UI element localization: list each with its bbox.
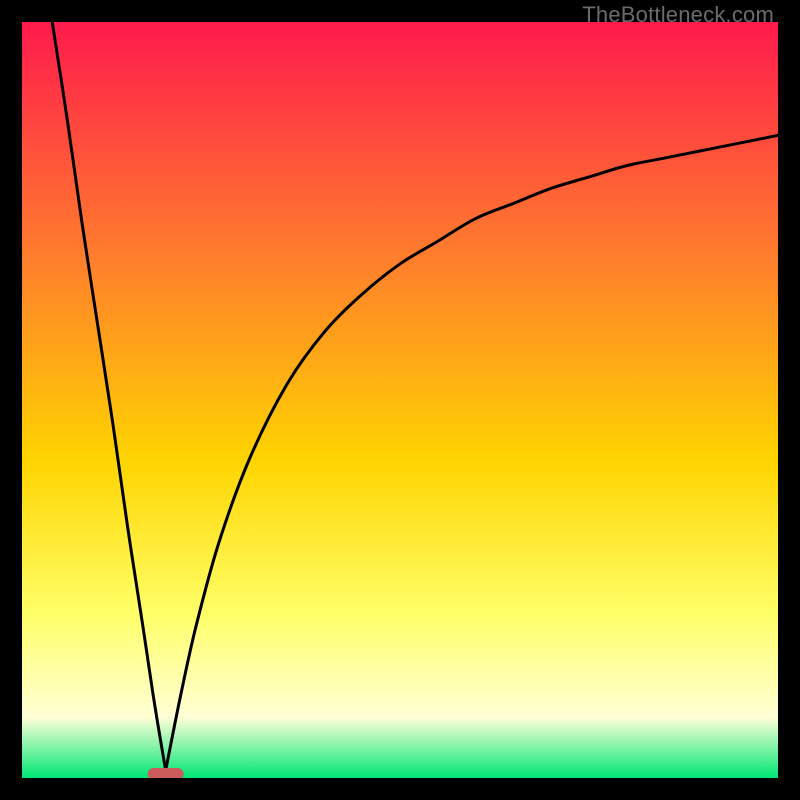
- watermark-text: TheBottleneck.com: [582, 2, 774, 28]
- gradient-background: [22, 22, 778, 778]
- bottleneck-marker: [148, 768, 184, 778]
- chart-svg: [22, 22, 778, 778]
- chart-frame: [22, 22, 778, 778]
